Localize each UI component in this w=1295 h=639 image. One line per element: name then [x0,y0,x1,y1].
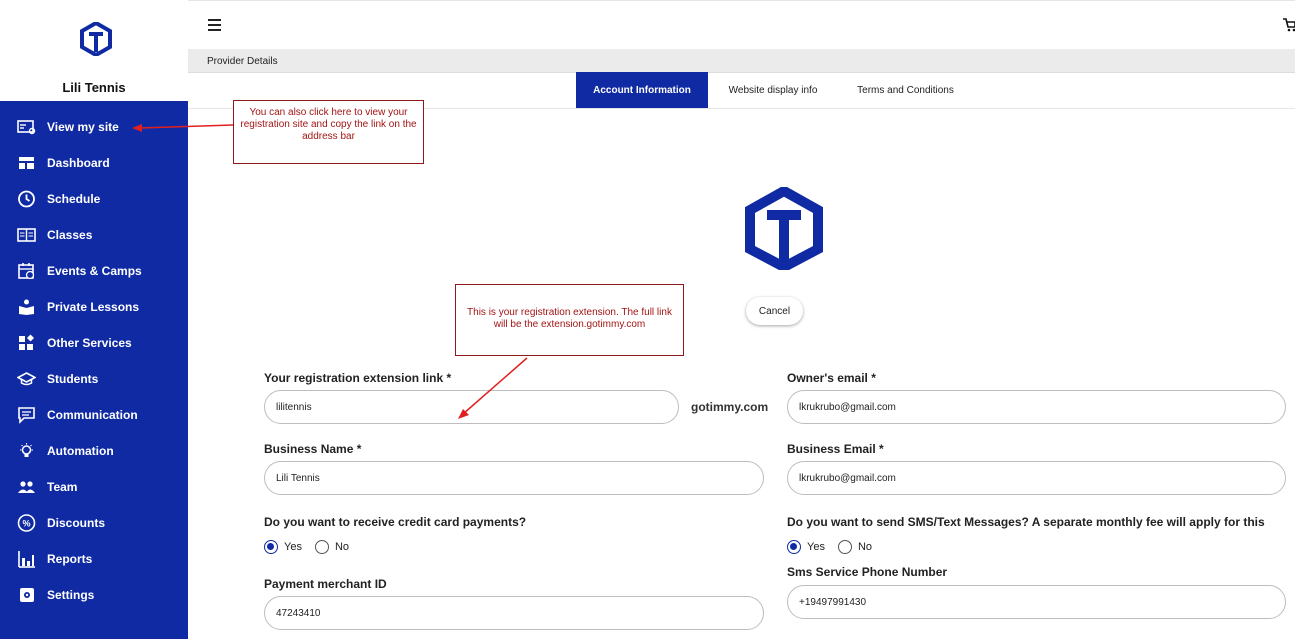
sidebar-item-label: Automation [47,444,114,458]
sms-yes-radio[interactable]: Yes [787,540,825,554]
radio-label: No [334,541,350,553]
sidebar-item-discounts[interactable]: % Discounts [0,505,188,541]
credit-card-no-radio[interactable]: No [314,540,350,554]
sms-radio-group: Yes No [787,540,885,554]
percent-icon: % [17,514,36,532]
sidebar-header: Lili Tennis [0,0,188,103]
radio-unselected-icon [314,540,329,554]
sidebar-nav: View my site Dashboard Schedule Classes … [0,109,188,613]
menu-icon[interactable] [208,19,221,31]
cart-icon[interactable] [1283,18,1295,32]
reports-icon [18,551,35,568]
sms-phone-input[interactable] [787,585,1286,619]
business-email-input[interactable] [787,461,1286,495]
sidebar-item-events-camps[interactable]: Events & Camps [0,253,188,289]
sidebar-item-students[interactable]: Students [0,361,188,397]
private-lessons-icon [19,299,34,315]
business-name: Lili Tennis [62,80,126,95]
sidebar-item-other-services[interactable]: Other Services [0,325,188,361]
tab-terms-and-conditions[interactable]: Terms and Conditions [843,72,968,108]
owner-email-label: Owner's email * [787,371,876,385]
sms-question: Do you want to send SMS/Text Messages? A… [787,515,1265,529]
top-bar [188,0,1295,49]
services-icon [19,334,35,350]
app-root: Lili Tennis View my site Dashboard Sched… [0,0,1295,639]
dashboard-icon [19,157,34,169]
business-logo [745,187,823,270]
lightbulb-icon [20,443,33,457]
sidebar-item-label: Reports [47,552,93,566]
svg-text:%: % [22,519,30,529]
merchant-id-label: Payment merchant ID [264,577,387,591]
sidebar-item-label: Communication [47,408,138,422]
gear-icon [20,588,34,602]
sidebar-item-label: Dashboard [47,156,110,170]
extension-link-input[interactable] [264,390,679,424]
sidebar: Lili Tennis View my site Dashboard Sched… [0,0,188,639]
tab-account-information[interactable]: Account Information [576,72,708,108]
extension-suffix: gotimmy.com [691,400,769,414]
team-icon [18,481,35,493]
sidebar-item-settings[interactable]: Settings [0,577,188,613]
sidebar-item-label: Events & Camps [47,264,142,278]
radio-selected-icon [787,540,801,554]
graduation-cap-icon [17,372,36,386]
view-site-callout: You can also click here to view your reg… [233,100,424,164]
sidebar-item-dashboard[interactable]: Dashboard [0,145,188,181]
sidebar-item-label: Schedule [47,192,101,206]
sidebar-item-label: Discounts [47,516,106,530]
sidebar-item-label: Students [47,372,99,386]
sidebar-item-label: View my site [47,120,119,134]
view-site-icon [17,120,36,135]
radio-label: No [857,541,873,553]
business-email-label: Business Email * [787,442,884,456]
sidebar-item-label: Team [47,480,78,494]
sidebar-item-team[interactable]: Team [0,469,188,505]
sms-phone-label: Sms Service Phone Number [787,565,948,579]
breadcrumb-text: Provider Details [207,56,278,67]
calendar-icon [18,263,35,280]
credit-card-radio-group: Yes No [264,540,362,554]
sidebar-item-label: Other Services [47,336,132,350]
sidebar-item-communication[interactable]: Communication [0,397,188,433]
radio-label: Yes [284,541,302,553]
clock-icon [18,190,35,208]
credit-card-question: Do you want to receive credit card payme… [264,515,527,529]
tab-website-display-info[interactable]: Website display info [714,72,832,108]
extension-link-label: Your registration extension link * [264,371,452,385]
sidebar-item-label: Classes [47,228,93,242]
business-name-input[interactable] [264,461,764,495]
sidebar-item-view-my-site[interactable]: View my site [0,109,188,145]
credit-card-yes-radio[interactable]: Yes [264,540,302,554]
extension-callout: This is your registration extension. The… [455,284,684,356]
sidebar-item-automation[interactable]: Automation [0,433,188,469]
sidebar-item-schedule[interactable]: Schedule [0,181,188,217]
breadcrumb: Provider Details [188,49,1295,73]
sms-no-radio[interactable]: No [837,540,873,554]
sidebar-item-classes[interactable]: Classes [0,217,188,253]
sidebar-item-reports[interactable]: Reports [0,541,188,577]
merchant-id-input[interactable] [264,596,764,630]
sidebar-item-private-lessons[interactable]: Private Lessons [0,289,188,325]
sidebar-item-label: Private Lessons [47,300,140,314]
sidebar-item-label: Settings [47,588,95,602]
classes-icon [17,228,36,242]
radio-label: Yes [807,541,825,553]
chat-icon [18,407,35,424]
cancel-button[interactable]: Cancel [746,297,803,325]
brand-logo-icon[interactable] [80,22,112,56]
radio-selected-icon [264,540,278,554]
radio-unselected-icon [837,540,852,554]
owner-email-input[interactable] [787,390,1286,424]
business-name-label: Business Name * [264,442,362,456]
